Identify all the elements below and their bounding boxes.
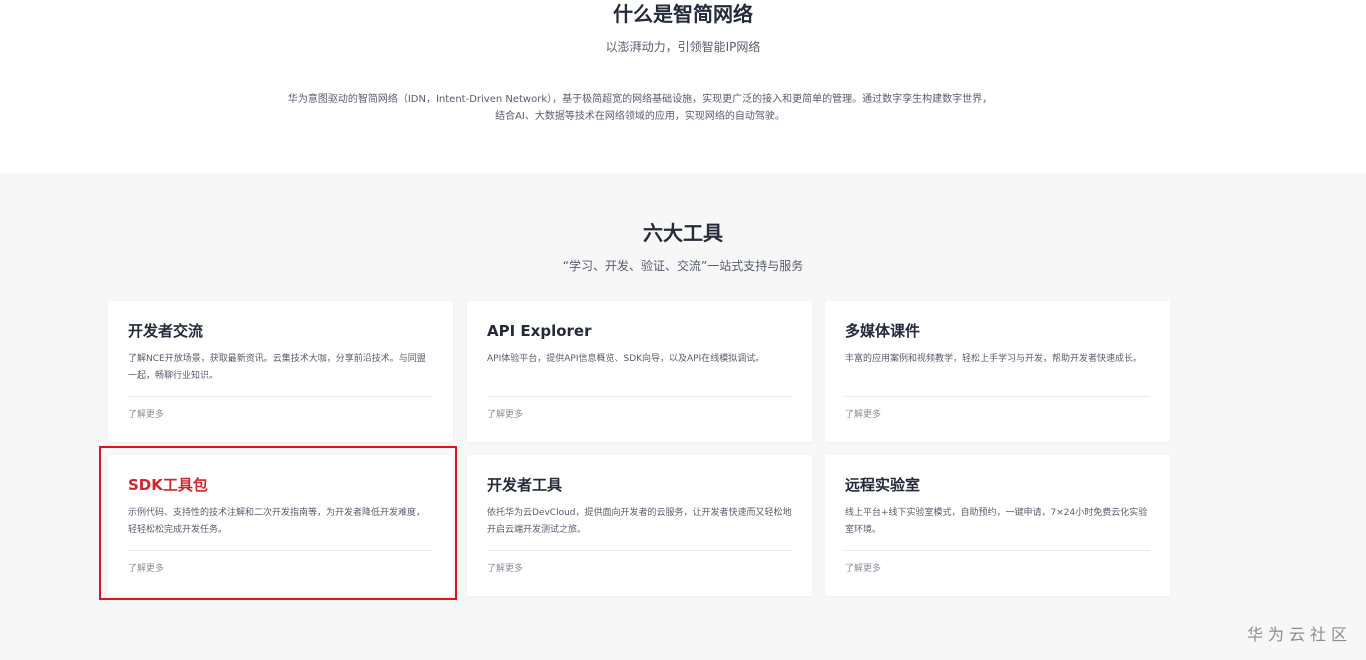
- card-divider: [487, 550, 792, 551]
- card-description: 了解NCE开放场景，获取最新资讯。云集技术大咖，分享前沿技术。与同盟一起，畅聊行…: [128, 354, 426, 381]
- card-divider: [845, 550, 1150, 551]
- card-divider: [845, 396, 1150, 397]
- tool-card-multimedia-courseware[interactable]: 多媒体课件 丰富的应用案例和视频教学，轻松上手学习与开发，帮助开发者快速成长。 …: [825, 301, 1170, 442]
- learn-more-link[interactable]: 了解更多: [487, 562, 523, 576]
- card-title: SDK工具包: [128, 476, 208, 494]
- learn-more-link[interactable]: 了解更多: [128, 562, 164, 576]
- intro-subtitle: 以澎湃动力，引领智能IP网络: [605, 40, 761, 54]
- tools-title: 六大工具: [643, 221, 723, 245]
- card-description: API体验平台，提供API信息概览、SDK向导，以及API在线模拟调试。: [487, 354, 765, 364]
- learn-more-link[interactable]: 了解更多: [128, 408, 164, 422]
- card-divider: [128, 550, 433, 551]
- card-description: 依托华为云DevCloud，提供面向开发者的云服务，让开发者快速而又轻松地开启云…: [487, 508, 792, 535]
- tools-subtitle: “学习、开发、验证、交流”一站式支持与服务: [562, 259, 804, 273]
- page: 什么是智简网络 以澎湃动力，引领智能IP网络 华为意图驱动的智简网络（IDN，I…: [0, 0, 1366, 660]
- learn-more-link[interactable]: 了解更多: [845, 562, 881, 576]
- card-description: 示例代码、支持性的技术注解和二次开发指南等，为开发者降低开发难度，轻轻松松完成开…: [128, 508, 426, 535]
- card-title: 开发者工具: [487, 476, 563, 494]
- card-divider: [128, 396, 433, 397]
- card-title: API Explorer: [487, 322, 592, 340]
- card-title: 远程实验室: [845, 476, 921, 494]
- tool-card-developer-exchange[interactable]: 开发者交流 了解NCE开放场景，获取最新资讯。云集技术大咖，分享前沿技术。与同盟…: [108, 301, 453, 442]
- intro-title: 什么是智简网络: [613, 2, 753, 26]
- intro-section: 什么是智简网络 以澎湃动力，引领智能IP网络 华为意图驱动的智简网络（IDN，I…: [0, 0, 1366, 173]
- card-description: 丰富的应用案例和视频教学，轻松上手学习与开发，帮助开发者快速成长。: [845, 354, 1143, 364]
- tool-card-api-explorer[interactable]: API Explorer API体验平台，提供API信息概览、SDK向导，以及A…: [467, 301, 812, 442]
- learn-more-link[interactable]: 了解更多: [845, 408, 881, 422]
- intro-description: 华为意图驱动的智简网络（IDN，Intent-Driven Network），基…: [287, 94, 993, 122]
- card-divider: [487, 396, 792, 397]
- watermark: 华为云社区: [1246, 625, 1352, 644]
- tool-card-sdk-toolkit[interactable]: SDK工具包 示例代码、支持性的技术注解和二次开发指南等，为开发者降低开发难度，…: [108, 455, 453, 596]
- learn-more-link[interactable]: 了解更多: [487, 408, 523, 422]
- card-title: 开发者交流: [128, 322, 204, 340]
- card-description: 线上平台+线下实验室模式，自助预约，一键申请，7×24小时免费云化实验室环境。: [845, 508, 1148, 535]
- card-title: 多媒体课件: [845, 322, 921, 340]
- tool-card-remote-lab[interactable]: 远程实验室 线上平台+线下实验室模式，自助预约，一键申请，7×24小时免费云化实…: [825, 455, 1170, 596]
- tool-card-developer-tools[interactable]: 开发者工具 依托华为云DevCloud，提供面向开发者的云服务，让开发者快速而又…: [467, 455, 812, 596]
